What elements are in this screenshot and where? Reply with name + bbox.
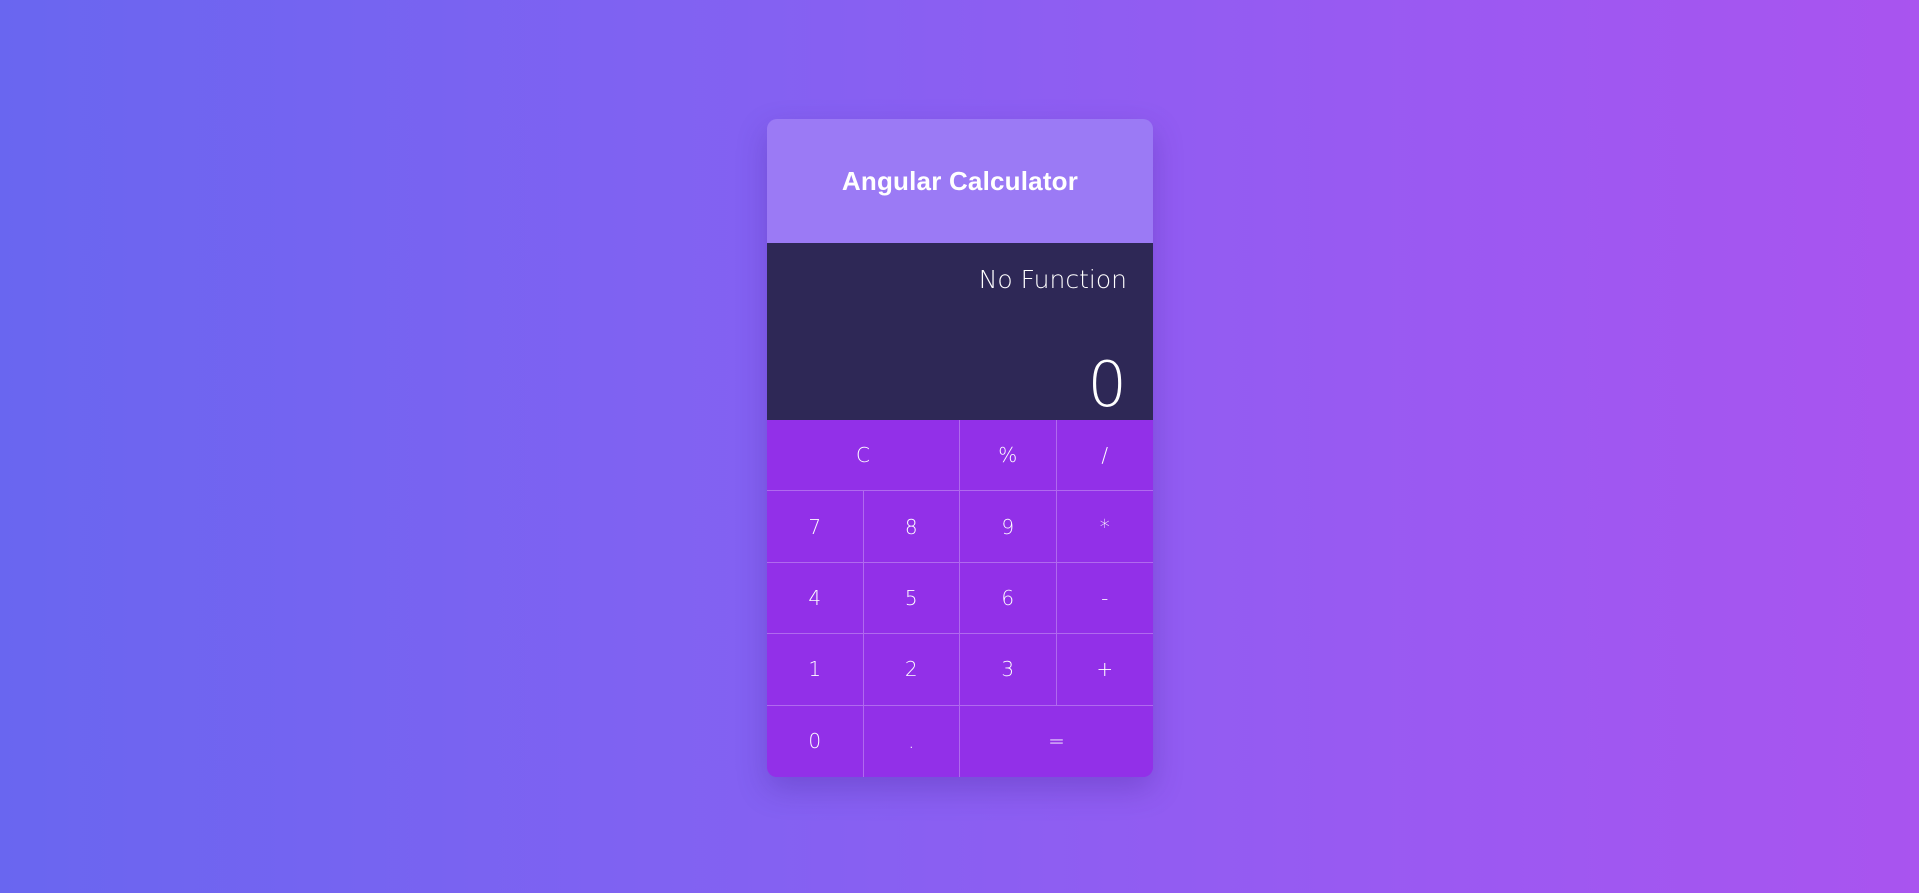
digit-7-button[interactable]: 7 xyxy=(767,491,864,563)
page-background: { "app": { "title": "Angular Calculator"… xyxy=(0,0,1919,893)
divide-button[interactable]: / xyxy=(1056,420,1153,492)
calculator-display: No Function 0 xyxy=(767,243,1153,420)
decimal-button[interactable]: . xyxy=(863,705,960,777)
digit-2-button[interactable]: 2 xyxy=(863,634,960,706)
digit-4-button[interactable]: 4 xyxy=(767,562,864,635)
clear-button[interactable]: C xyxy=(767,420,960,492)
calculator-title: Angular Calculator xyxy=(841,165,1079,196)
calculator-header: Angular Calculator xyxy=(767,119,1153,243)
digit-5-button[interactable]: 5 xyxy=(863,562,960,635)
display-value: 0 xyxy=(1087,348,1127,421)
percent-button[interactable]: % xyxy=(960,420,1057,492)
digit-8-button[interactable]: 8 xyxy=(863,491,960,563)
digit-1-button[interactable]: 1 xyxy=(767,634,864,706)
digit-9-button[interactable]: 9 xyxy=(960,491,1057,563)
equals-button[interactable]: = xyxy=(960,705,1153,777)
multiply-button[interactable]: * xyxy=(1056,491,1153,563)
function-label: No Function xyxy=(978,265,1127,294)
digit-6-button[interactable]: 6 xyxy=(960,562,1057,635)
digit-0-button[interactable]: 0 xyxy=(767,705,864,777)
keypad: C % / 7 8 9 * 4 5 6 - 1 2 3 + 0 . = xyxy=(767,420,1153,777)
subtract-button[interactable]: - xyxy=(1056,562,1153,635)
calculator: Angular Calculator No Function 0 C % / 7… xyxy=(767,119,1153,777)
add-button[interactable]: + xyxy=(1056,634,1153,706)
digit-3-button[interactable]: 3 xyxy=(960,634,1057,706)
